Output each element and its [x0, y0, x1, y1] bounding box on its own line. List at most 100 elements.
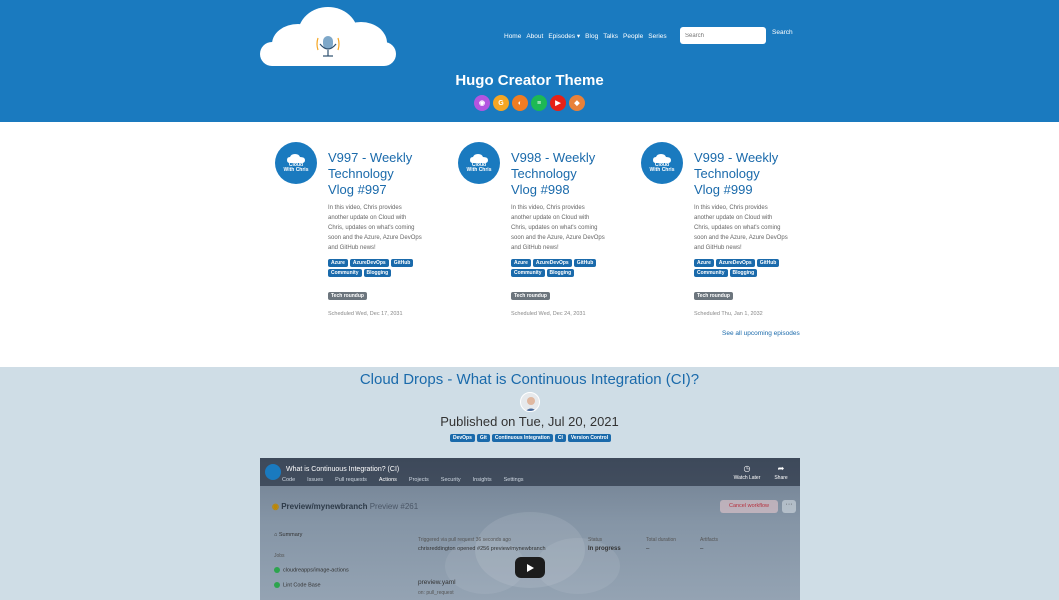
run-status-icon: ◉: [272, 502, 282, 511]
site-title: Hugo Creator Theme: [455, 72, 604, 89]
episode-title[interactable]: V997 - Weekly Technology Vlog #997: [328, 150, 423, 198]
upcoming-episodes: Cloud With Chris V997 - Weekly Technolog…: [0, 122, 1059, 367]
main-nav: Home About Episodes ▾ Blog Talks People …: [504, 28, 667, 44]
check-icon: [274, 582, 280, 588]
tag[interactable]: AzureDevOps: [715, 259, 755, 267]
video-player[interactable]: What is Continuous Integration? (CI) Cod…: [260, 458, 800, 600]
duration-label: Total duration: [646, 537, 677, 543]
nav-home[interactable]: Home: [504, 33, 521, 40]
featured-title[interactable]: Cloud Drops - What is Continuous Integra…: [0, 371, 1059, 388]
rss-icon[interactable]: ◐: [512, 95, 528, 111]
share-label: Share: [774, 475, 788, 481]
episode-logo[interactable]: Cloud With Chris: [458, 142, 500, 184]
share-button[interactable]: ➦ Share: [770, 464, 792, 481]
category-badge[interactable]: Tech roundup: [511, 292, 550, 300]
duration-value: –: [646, 546, 650, 552]
video-title[interactable]: What is Continuous Integration? (CI): [286, 466, 399, 473]
more-options-icon: ···: [782, 500, 796, 513]
tag[interactable]: CI: [554, 434, 566, 442]
tag[interactable]: Version Control: [567, 434, 612, 442]
tab-pull-requests: Pull requests: [335, 477, 367, 483]
social-links: ◉ G ◐ ≡ ▶ ◆: [474, 95, 585, 111]
search-input[interactable]: [680, 27, 766, 44]
triggered-text: Triggered via pull request 36 seconds ag…: [418, 537, 511, 543]
artifacts-label: Artifacts: [700, 537, 719, 543]
tag[interactable]: Azure: [511, 259, 531, 267]
site-logo[interactable]: [258, 4, 398, 68]
workflow-file: preview.yaml: [418, 579, 456, 586]
workflow-run-title: ◉ Preview/mynewbranch Preview #261: [272, 502, 418, 511]
logo-text-line2: With Chris: [649, 166, 675, 173]
summary-link: ⌂ Summary: [274, 532, 302, 538]
opened-by-text: chrisreddington opened #256 preview/myne…: [418, 546, 546, 552]
youtube-icon[interactable]: ▶: [550, 95, 566, 111]
tag[interactable]: Community: [694, 269, 728, 277]
tag[interactable]: Continuous Integration: [491, 434, 553, 442]
featured-episode: Cloud Drops - What is Continuous Integra…: [0, 367, 1059, 600]
jobs-label: Jobs: [274, 553, 285, 559]
caret-down-icon: ▾: [575, 33, 581, 40]
tag[interactable]: Blogging: [363, 269, 392, 277]
tag[interactable]: DevOps: [450, 434, 475, 442]
tag[interactable]: Git: [476, 434, 490, 442]
google-icon[interactable]: G: [493, 95, 509, 111]
tag[interactable]: GitHub: [573, 259, 597, 267]
nav-episodes-label: Episodes: [548, 33, 576, 40]
nav-episodes[interactable]: Episodes ▾: [548, 32, 580, 40]
tab-actions: Actions: [378, 477, 397, 483]
check-icon: [274, 567, 280, 573]
tag[interactable]: AzureDevOps: [349, 259, 389, 267]
tag[interactable]: Azure: [328, 259, 348, 267]
tag[interactable]: Azure: [694, 259, 714, 267]
episode-title[interactable]: V998 - Weekly Technology Vlog #998: [511, 150, 606, 198]
website-icon[interactable]: ◆: [569, 95, 585, 111]
artifacts-value: –: [700, 546, 704, 552]
episode-tags: Azure AzureDevOps GitHub Community Blogg…: [328, 259, 420, 277]
job-label: cloudreapps/image-actions: [283, 567, 349, 574]
episode-title[interactable]: V999 - Weekly Technology Vlog #999: [694, 150, 789, 198]
episode-description: In this video, Chris provides another up…: [328, 205, 422, 251]
nav-talks[interactable]: Talks: [603, 33, 618, 40]
workflow-trigger: on: pull_request: [418, 590, 454, 596]
featured-tags: DevOps Git Continuous Integration CI Ver…: [450, 434, 612, 442]
scheduled-date: Scheduled Thu, Jan 1, 2032: [694, 311, 763, 317]
category-badge[interactable]: Tech roundup: [694, 292, 733, 300]
logo-text-line2: With Chris: [466, 166, 492, 173]
clock-icon: ◷: [743, 464, 751, 473]
podcast-icon[interactable]: ◉: [474, 95, 490, 111]
share-icon: ➦: [777, 464, 785, 473]
see-all-upcoming-link[interactable]: See all upcoming episodes: [722, 330, 800, 337]
channel-icon[interactable]: [265, 464, 281, 480]
nav-series[interactable]: Series: [648, 33, 666, 40]
summary-label: Summary: [278, 532, 303, 538]
nav-blog[interactable]: Blog: [585, 33, 598, 40]
tag[interactable]: GitHub: [390, 259, 414, 267]
nav-people[interactable]: People: [623, 33, 643, 40]
episode-logo[interactable]: Cloud With Chris: [275, 142, 317, 184]
spotify-icon[interactable]: ≡: [531, 95, 547, 111]
site-header: Home About Episodes ▾ Blog Talks People …: [0, 0, 1059, 122]
tab-projects: Projects: [408, 477, 429, 483]
tag[interactable]: Community: [511, 269, 545, 277]
episode-logo[interactable]: Cloud With Chris: [641, 142, 683, 184]
cancel-workflow-button: Cancel workflow: [720, 500, 778, 513]
nav-about[interactable]: About: [526, 33, 543, 40]
tab-settings: Settings: [503, 477, 524, 483]
tab-security: Security: [440, 477, 461, 483]
tag[interactable]: GitHub: [756, 259, 780, 267]
category-badge[interactable]: Tech roundup: [328, 292, 367, 300]
play-icon: [527, 563, 534, 572]
play-button[interactable]: [515, 557, 545, 578]
job-item: cloudreapps/image-actions: [274, 567, 349, 573]
episode-tags: Azure AzureDevOps GitHub Community Blogg…: [694, 259, 786, 277]
job-item: Lint Code Base: [274, 582, 321, 588]
watch-later-button[interactable]: ◷ Watch Later: [732, 464, 762, 481]
search-button[interactable]: Search: [772, 29, 793, 36]
tag[interactable]: Blogging: [729, 269, 758, 277]
tag[interactable]: Community: [328, 269, 362, 277]
avatar[interactable]: [520, 392, 540, 412]
scheduled-date: Scheduled Wed, Dec 24, 2031: [511, 311, 586, 317]
episode-tags: Azure AzureDevOps GitHub Community Blogg…: [511, 259, 603, 277]
tag[interactable]: AzureDevOps: [532, 259, 572, 267]
tag[interactable]: Blogging: [546, 269, 575, 277]
